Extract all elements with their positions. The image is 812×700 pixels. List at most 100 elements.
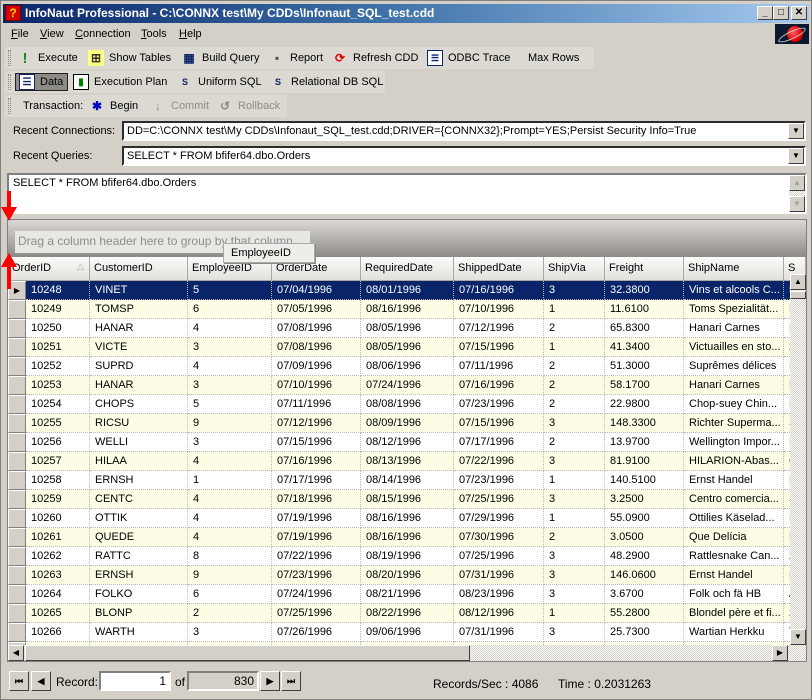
- row-selector[interactable]: [8, 623, 26, 642]
- row-selector[interactable]: [8, 604, 26, 623]
- cell-shipname[interactable]: Richter Superma...: [684, 414, 784, 433]
- cell-requireddate[interactable]: 08/22/1996: [361, 604, 454, 623]
- cell-orderid[interactable]: 10250: [26, 319, 90, 338]
- cell-orderid[interactable]: 10253: [26, 376, 90, 395]
- row-selector[interactable]: [8, 490, 26, 509]
- cell-shipvia[interactable]: 1: [544, 509, 605, 528]
- table-row[interactable]: 10261 QUEDE 4 07/19/1996 08/16/1996 07/30/199…: [8, 528, 806, 547]
- column-header-orderid[interactable]: OrderID △: [8, 257, 90, 281]
- cell-shipvia[interactable]: 1: [544, 300, 605, 319]
- cell-shipvia[interactable]: 3: [544, 623, 605, 642]
- cell-shipvia[interactable]: 3: [544, 414, 605, 433]
- cell-orderdate[interactable]: 07/22/1996: [272, 547, 361, 566]
- cell-customerid[interactable]: QUEDE: [90, 528, 188, 547]
- cell-orderid[interactable]: 10252: [26, 357, 90, 376]
- recent-queries-combo[interactable]: SELECT * FROM bfifer64.dbo.Orders ▼: [122, 146, 806, 166]
- cell-shipvia[interactable]: 3: [544, 452, 605, 471]
- report-button[interactable]: ▪ Report: [269, 49, 323, 67]
- cell-customerid[interactable]: TOMSP: [90, 300, 188, 319]
- cell-requireddate[interactable]: 08/09/1996: [361, 414, 454, 433]
- cell-employeeid[interactable]: 2: [188, 604, 272, 623]
- cell-shipvia[interactable]: 1: [544, 338, 605, 357]
- cell-freight[interactable]: 41.3400: [605, 338, 684, 357]
- grid-vertical-scrollbar[interactable]: ▲ ▼: [790, 274, 806, 645]
- cell-employeeid[interactable]: 3: [188, 623, 272, 642]
- cell-shipvia[interactable]: 3: [544, 566, 605, 585]
- cell-orderid[interactable]: 10254: [26, 395, 90, 414]
- cell-requireddate[interactable]: 08/13/1996: [361, 452, 454, 471]
- results-grid[interactable]: Drag a column header here to group by th…: [7, 219, 807, 662]
- cell-freight[interactable]: 11.6100: [605, 300, 684, 319]
- cell-freight[interactable]: 13.9700: [605, 433, 684, 452]
- cell-employeeid[interactable]: 3: [188, 338, 272, 357]
- column-header-shipvia[interactable]: ShipVia: [544, 257, 605, 281]
- begin-transaction-button[interactable]: ✱ Begin: [89, 97, 138, 115]
- cell-shippeddate[interactable]: 08/23/1996: [454, 585, 544, 604]
- cell-requireddate[interactable]: 08/05/1996: [361, 319, 454, 338]
- cell-shipvia[interactable]: 2: [544, 528, 605, 547]
- cell-customerid[interactable]: HILAA: [90, 452, 188, 471]
- first-record-button[interactable]: ⏮: [9, 671, 29, 691]
- table-row[interactable]: 10252 SUPRD 4 07/09/1996 08/06/1996 07/11/199…: [8, 357, 806, 376]
- cell-shippeddate[interactable]: 07/16/1996: [454, 376, 544, 395]
- toolbar-grip[interactable]: [8, 74, 11, 90]
- cell-shipvia[interactable]: 2: [544, 319, 605, 338]
- cell-shipname[interactable]: Chop-suey Chin...: [684, 395, 784, 414]
- cell-shipvia[interactable]: 3: [544, 490, 605, 509]
- cell-requireddate[interactable]: 08/19/1996: [361, 547, 454, 566]
- cell-orderid[interactable]: 10265: [26, 604, 90, 623]
- cell-shipname[interactable]: Folk och fä HB: [684, 585, 784, 604]
- row-selector[interactable]: [8, 471, 26, 490]
- cell-customerid[interactable]: HANAR: [90, 376, 188, 395]
- data-view-button[interactable]: ☰ Data: [15, 73, 69, 91]
- cell-orderid[interactable]: 10251: [26, 338, 90, 357]
- cell-freight[interactable]: 65.8300: [605, 319, 684, 338]
- cell-customerid[interactable]: RICSU: [90, 414, 188, 433]
- cell-freight[interactable]: 51.3000: [605, 357, 684, 376]
- cell-shippeddate[interactable]: 07/22/1996: [454, 452, 544, 471]
- cell-employeeid[interactable]: 6: [188, 300, 272, 319]
- cell-orderdate[interactable]: 07/09/1996: [272, 357, 361, 376]
- cell-employeeid[interactable]: 5: [188, 281, 272, 300]
- cell-freight[interactable]: 55.2800: [605, 604, 684, 623]
- cell-shipvia[interactable]: 2: [544, 433, 605, 452]
- cell-shipname[interactable]: Ernst Handel: [684, 566, 784, 585]
- cell-shipname[interactable]: HILARION-Abas...: [684, 452, 784, 471]
- cell-shipname[interactable]: Blondel père et fi...: [684, 604, 784, 623]
- cell-employeeid[interactable]: 5: [188, 395, 272, 414]
- cell-shipvia[interactable]: 1: [544, 604, 605, 623]
- cell-employeeid[interactable]: 4: [188, 319, 272, 338]
- cell-shipvia[interactable]: 3: [544, 585, 605, 604]
- cell-orderid[interactable]: 10266: [26, 623, 90, 642]
- cell-employeeid[interactable]: 4: [188, 490, 272, 509]
- cell-shippeddate[interactable]: 07/25/1996: [454, 490, 544, 509]
- cell-orderdate[interactable]: 07/12/1996: [272, 414, 361, 433]
- refresh-cdd-button[interactable]: ⟳ Refresh CDD: [332, 49, 418, 67]
- cell-freight[interactable]: 25.7300: [605, 623, 684, 642]
- cell-shippeddate[interactable]: 07/17/1996: [454, 433, 544, 452]
- cell-customerid[interactable]: OTTIK: [90, 509, 188, 528]
- cell-customerid[interactable]: WARTH: [90, 623, 188, 642]
- cell-orderdate[interactable]: 07/23/1996: [272, 566, 361, 585]
- cell-customerid[interactable]: FOLKO: [90, 585, 188, 604]
- cell-customerid[interactable]: CHOPS: [90, 395, 188, 414]
- last-record-button[interactable]: ⏭: [281, 671, 301, 691]
- scroll-left-button[interactable]: ◀: [8, 645, 24, 661]
- menu-file[interactable]: File: [11, 28, 29, 40]
- cell-requireddate[interactable]: 08/15/1996: [361, 490, 454, 509]
- cell-shipname[interactable]: Hanari Carnes: [684, 376, 784, 395]
- cell-shipvia[interactable]: 3: [544, 281, 605, 300]
- scroll-down-button[interactable]: ▼: [790, 629, 806, 645]
- cell-requireddate[interactable]: 08/20/1996: [361, 566, 454, 585]
- cell-freight[interactable]: 148.3300: [605, 414, 684, 433]
- scroll-right-button[interactable]: ▶: [772, 645, 788, 661]
- table-row[interactable]: 10254 CHOPS 5 07/11/1996 08/08/1996 07/23/199…: [8, 395, 806, 414]
- table-row[interactable]: 10266 WARTH 3 07/26/1996 09/06/1996 07/31/199…: [8, 623, 806, 642]
- cell-requireddate[interactable]: 07/24/1996: [361, 376, 454, 395]
- scroll-up-button[interactable]: ▲: [790, 274, 806, 290]
- commit-button[interactable]: ↓ Commit: [150, 97, 209, 115]
- previous-record-button[interactable]: ◀: [31, 671, 51, 691]
- cell-employeeid[interactable]: 6: [188, 585, 272, 604]
- table-row[interactable]: 10256 WELLI 3 07/15/1996 08/12/1996 07/17/199…: [8, 433, 806, 452]
- column-header-requireddate[interactable]: RequiredDate: [361, 257, 454, 281]
